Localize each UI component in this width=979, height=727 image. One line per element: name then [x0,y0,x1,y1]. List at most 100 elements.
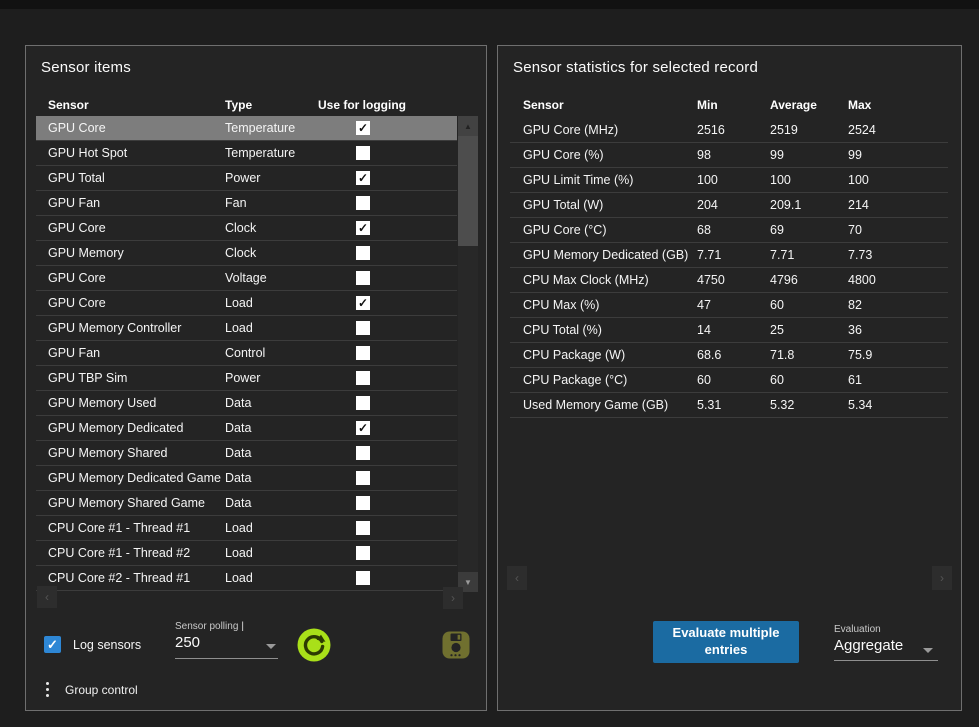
use-for-logging-checkbox[interactable]: ✓ [356,221,370,235]
stat-row: GPU Core (MHz)251625192524 [510,118,948,143]
use-for-logging-checkbox[interactable] [356,496,370,510]
sensor-row[interactable]: GPU Memory ControllerLoad [36,316,457,341]
stat-average: 209.1 [770,198,848,212]
scroll-left-icon[interactable]: ‹ [37,586,57,608]
group-control-label[interactable]: Group control [65,683,138,697]
stat-max: 214 [848,198,948,212]
stat-sensor: CPU Package (W) [523,348,697,362]
group-control-menu[interactable] [46,682,50,697]
refresh-button[interactable] [296,627,332,668]
scroll-right-icon[interactable]: › [932,566,952,590]
sensor-polling-dropdown[interactable]: 250 [175,634,200,651]
chevron-down-icon[interactable] [923,648,933,653]
scrollbar-thumb[interactable] [458,136,478,246]
sensor-row[interactable]: GPU TotalPower✓ [36,166,457,191]
sensor-type: Data [225,471,318,485]
evaluation-dropdown[interactable]: Aggregate [834,637,903,654]
sensor-type: Data [225,496,318,510]
sensor-row[interactable]: GPU Hot SpotTemperature [36,141,457,166]
sensor-row[interactable]: GPU CoreLoad✓ [36,291,457,316]
sensor-name: GPU Memory [48,246,225,260]
stat-row: GPU Core (°C)686970 [510,218,948,243]
sensor-row[interactable]: GPU MemoryClock [36,241,457,266]
use-for-logging-checkbox[interactable] [356,521,370,535]
sensor-name: GPU Core [48,221,225,235]
sensor-row[interactable]: GPU CoreClock✓ [36,216,457,241]
sensor-row[interactable]: GPU TBP SimPower [36,366,457,391]
sensor-row[interactable]: GPU CoreTemperature✓ [36,116,457,141]
use-for-logging-checkbox[interactable] [356,571,370,585]
scroll-left-icon[interactable]: ‹ [507,566,527,590]
column-header-sensor: Sensor [48,98,225,112]
sensor-name: GPU TBP Sim [48,371,225,385]
sensor-name: GPU Memory Shared [48,446,225,460]
sensor-name: GPU Memory Used [48,396,225,410]
stat-row: GPU Memory Dedicated (GB)7.717.717.73 [510,243,948,268]
use-for-logging-checkbox[interactable]: ✓ [356,296,370,310]
use-for-logging-checkbox[interactable] [356,346,370,360]
scroll-up-icon[interactable]: ▲ [458,116,478,136]
use-for-logging-checkbox[interactable] [356,396,370,410]
stat-row: CPU Max (%)476082 [510,293,948,318]
sensor-name: GPU Hot Spot [48,146,225,160]
use-for-logging-checkbox[interactable] [356,321,370,335]
sensor-name: GPU Memory Shared Game [48,496,225,510]
column-header-logging: Use for logging [318,98,457,112]
stat-average: 25 [770,323,848,337]
sensor-type: Power [225,171,318,185]
use-for-logging-checkbox[interactable]: ✓ [356,171,370,185]
stat-max: 75.9 [848,348,948,362]
use-for-logging-checkbox[interactable]: ✓ [356,121,370,135]
use-for-logging-checkbox[interactable] [356,446,370,460]
use-for-logging-checkbox[interactable] [356,546,370,560]
evaluate-multiple-entries-button[interactable]: Evaluate multiple entries [653,621,799,663]
stat-sensor: CPU Max Clock (MHz) [523,273,697,287]
use-for-logging-checkbox[interactable] [356,271,370,285]
save-button[interactable] [441,630,471,665]
sensor-name: GPU Memory Dedicated Game [48,471,225,485]
sensor-type: Power [225,371,318,385]
sensor-type: Data [225,421,318,435]
use-for-logging-checkbox[interactable]: ✓ [356,421,370,435]
stat-min: 100 [697,173,770,187]
sensor-row[interactable]: CPU Core #1 - Thread #1Load [36,516,457,541]
sensor-row[interactable]: GPU Memory Dedicated GameData [36,466,457,491]
sensor-row[interactable]: GPU Memory SharedData [36,441,457,466]
sensor-row[interactable]: GPU Memory UsedData [36,391,457,416]
sensor-type: Data [225,446,318,460]
use-for-logging-checkbox[interactable] [356,246,370,260]
chevron-down-icon[interactable] [266,644,276,649]
stat-average: 4796 [770,273,848,287]
stat-max: 5.34 [848,398,948,412]
sensor-row[interactable]: GPU Memory Shared GameData [36,491,457,516]
dropdown-underline [834,660,938,661]
sensor-row[interactable]: GPU Memory DedicatedData✓ [36,416,457,441]
vertical-scrollbar[interactable]: ▲ ▼ [458,116,478,592]
sensor-row[interactable]: GPU FanControl [36,341,457,366]
sensor-type: Voltage [225,271,318,285]
use-for-logging-checkbox[interactable] [356,471,370,485]
sensor-name: GPU Memory Controller [48,321,225,335]
column-header-type: Type [225,98,318,112]
sensor-row[interactable]: CPU Core #1 - Thread #2Load [36,541,457,566]
panel-title: Sensor items [41,59,131,76]
stat-row: GPU Total (W)204209.1214 [510,193,948,218]
stat-max: 99 [848,148,948,162]
stat-sensor: GPU Total (W) [523,198,697,212]
stat-min: 68 [697,223,770,237]
use-for-logging-checkbox[interactable] [356,146,370,160]
sensor-type: Load [225,546,318,560]
use-for-logging-checkbox[interactable] [356,196,370,210]
sensor-row[interactable]: CPU Core #2 - Thread #1Load [36,566,457,591]
use-for-logging-checkbox[interactable] [356,371,370,385]
sensor-type: Temperature [225,121,318,135]
stat-max: 36 [848,323,948,337]
stat-row: GPU Limit Time (%)100100100 [510,168,948,193]
sensor-name: GPU Core [48,296,225,310]
sensor-row[interactable]: GPU FanFan [36,191,457,216]
dropdown-underline [175,658,278,659]
sensor-type: Control [225,346,318,360]
sensor-row[interactable]: GPU CoreVoltage [36,266,457,291]
log-sensors-checkbox[interactable]: ✓ [44,636,61,653]
scroll-right-icon[interactable]: › [443,587,463,609]
